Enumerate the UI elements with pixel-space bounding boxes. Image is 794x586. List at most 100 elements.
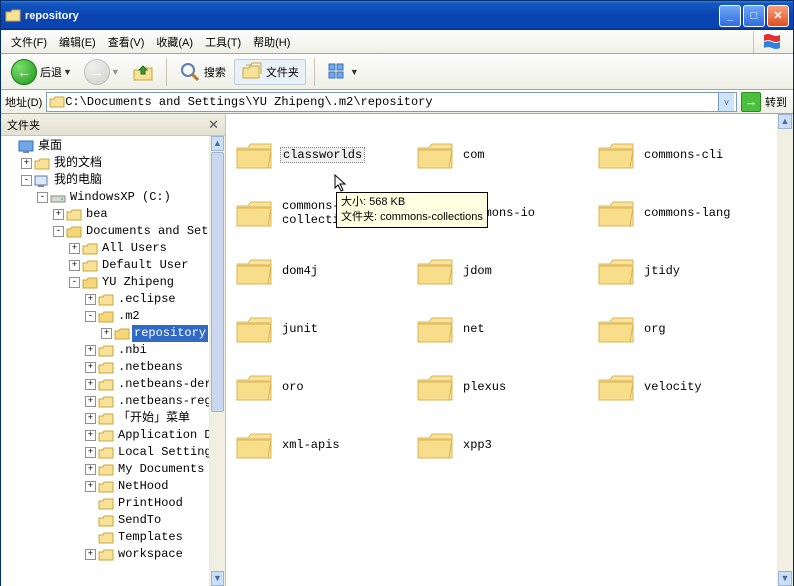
menu-tools[interactable]: 工具(T) bbox=[199, 32, 247, 52]
tree-drive[interactable]: WindowsXP (C:) bbox=[68, 189, 173, 206]
forward-button[interactable]: → ▼ bbox=[80, 57, 124, 87]
views-button[interactable]: ▼ bbox=[323, 60, 363, 84]
scroll-thumb[interactable] bbox=[211, 152, 224, 412]
folder-icon bbox=[98, 548, 114, 562]
scroll-down-icon[interactable]: ▼ bbox=[211, 571, 224, 586]
menu-favorites[interactable]: 收藏(A) bbox=[150, 32, 199, 52]
titlebar: repository _ □ ✕ bbox=[1, 1, 793, 30]
folder-name: xpp3 bbox=[461, 438, 494, 452]
tree-item[interactable]: All Users bbox=[100, 240, 169, 257]
folder-name: commons-cli bbox=[642, 148, 725, 162]
menu-help[interactable]: 帮助(H) bbox=[247, 32, 296, 52]
folder-icon bbox=[415, 136, 455, 175]
tree-item[interactable]: PrintHood bbox=[116, 495, 185, 512]
folder-item[interactable]: com bbox=[415, 126, 596, 184]
tree-desktop[interactable]: 桌面 bbox=[36, 138, 64, 155]
tree-item[interactable]: Default User bbox=[100, 257, 190, 274]
separator bbox=[166, 58, 167, 86]
menu-file[interactable]: 文件(F) bbox=[5, 32, 53, 52]
address-input[interactable] bbox=[65, 95, 718, 109]
documents-icon bbox=[34, 157, 50, 171]
tree-item[interactable]: bea bbox=[84, 206, 110, 223]
up-button[interactable] bbox=[128, 59, 158, 85]
folder-tree[interactable]: 桌面 +我的文档 -我的电脑 -WindowsXP (C:) +bea -Doc… bbox=[1, 136, 225, 586]
folder-item[interactable]: classworlds bbox=[234, 126, 415, 184]
folder-item[interactable]: jtidy bbox=[596, 242, 777, 300]
tree-item[interactable]: YU Zhipeng bbox=[100, 274, 176, 291]
folder-name: plexus bbox=[461, 380, 508, 394]
tree-item[interactable]: Documents and Settings bbox=[84, 223, 225, 240]
folder-icon bbox=[415, 426, 455, 465]
folder-icon bbox=[82, 259, 98, 273]
tree-item[interactable]: .m2 bbox=[116, 308, 142, 325]
folder-icon bbox=[234, 252, 274, 291]
folders-button[interactable]: 文件夹 bbox=[234, 59, 306, 85]
folder-name: jdom bbox=[461, 264, 494, 278]
folder-name: oro bbox=[280, 380, 306, 394]
folder-icon bbox=[415, 368, 455, 407]
folder-item[interactable]: junit bbox=[234, 300, 415, 358]
tree-mycomp[interactable]: 我的电脑 bbox=[52, 172, 104, 189]
tree-item[interactable]: workspace bbox=[116, 546, 185, 563]
address-bar: 地址(D) v → 转到 bbox=[1, 90, 793, 114]
folder-icon bbox=[98, 361, 114, 375]
folder-item[interactable]: org bbox=[596, 300, 777, 358]
folder-item[interactable]: xml-apis bbox=[234, 416, 415, 474]
tree-scrollbar[interactable]: ▲ ▼ bbox=[209, 136, 225, 586]
folder-icon bbox=[98, 395, 114, 409]
scroll-up-icon[interactable]: ▲ bbox=[211, 136, 224, 151]
folder-item[interactable]: commons-lang bbox=[596, 184, 777, 242]
folder-icon bbox=[596, 310, 636, 349]
folder-name: commons-lang bbox=[642, 206, 732, 220]
drive-icon bbox=[50, 191, 66, 205]
menu-edit[interactable]: 编辑(E) bbox=[53, 32, 102, 52]
collapse-button[interactable]: - bbox=[21, 175, 32, 186]
folder-item[interactable]: jdom bbox=[415, 242, 596, 300]
folder-name: junit bbox=[280, 322, 320, 336]
folder-item[interactable]: velocity bbox=[596, 358, 777, 416]
tree-item[interactable]: NetHood bbox=[116, 478, 170, 495]
folder-item[interactable]: xpp3 bbox=[415, 416, 596, 474]
minimize-button[interactable]: _ bbox=[719, 5, 741, 27]
scroll-down-icon[interactable]: ▼ bbox=[778, 571, 792, 586]
folder-item[interactable]: plexus bbox=[415, 358, 596, 416]
desktop-icon bbox=[18, 140, 34, 154]
tree-item[interactable]: Templates bbox=[116, 529, 185, 546]
menu-view[interactable]: 查看(V) bbox=[102, 32, 151, 52]
folder-icon bbox=[415, 252, 455, 291]
tree-item[interactable]: .eclipse bbox=[116, 291, 178, 308]
folder-item[interactable]: dom4j bbox=[234, 242, 415, 300]
scroll-up-icon[interactable]: ▲ bbox=[778, 114, 792, 129]
file-list[interactable]: classworldscomcommons-clicommons-collect… bbox=[226, 114, 793, 586]
close-panel-button[interactable]: ✕ bbox=[208, 117, 219, 133]
close-button[interactable]: ✕ bbox=[767, 5, 789, 27]
computer-icon bbox=[34, 174, 50, 188]
expand-button[interactable]: + bbox=[21, 158, 32, 169]
go-button[interactable]: → bbox=[741, 92, 761, 112]
tree-item[interactable]: .nbi bbox=[116, 342, 149, 359]
folder-icon bbox=[5, 8, 21, 24]
collapse-button[interactable]: - bbox=[37, 192, 48, 203]
tree-item[interactable]: 「开始」菜单 bbox=[116, 410, 192, 427]
search-label: 搜索 bbox=[204, 64, 226, 80]
tree-item-selected[interactable]: repository bbox=[132, 325, 208, 342]
folder-item[interactable]: net bbox=[415, 300, 596, 358]
back-button[interactable]: ← 后退 ▼ bbox=[7, 57, 76, 87]
address-field[interactable]: v bbox=[46, 92, 737, 112]
address-dropdown[interactable]: v bbox=[718, 93, 734, 111]
folder-icon bbox=[82, 242, 98, 256]
tree-item[interactable]: Local Settings bbox=[116, 444, 221, 461]
tree-item[interactable]: SendTo bbox=[116, 512, 163, 529]
tree-item[interactable]: .netbeans bbox=[116, 359, 185, 376]
folder-item[interactable]: oro bbox=[234, 358, 415, 416]
folder-icon bbox=[234, 310, 274, 349]
tree-mydocs[interactable]: 我的文档 bbox=[52, 155, 104, 172]
folders-panel-title: 文件夹 bbox=[7, 117, 40, 133]
folder-open-icon bbox=[82, 276, 98, 290]
maximize-button[interactable]: □ bbox=[743, 5, 765, 27]
search-button[interactable]: 搜索 bbox=[175, 59, 230, 85]
tree-item[interactable]: My Documents bbox=[116, 461, 206, 478]
folder-icon bbox=[596, 252, 636, 291]
content-scrollbar[interactable]: ▲ ▼ bbox=[777, 114, 793, 586]
folder-item[interactable]: commons-cli bbox=[596, 126, 777, 184]
